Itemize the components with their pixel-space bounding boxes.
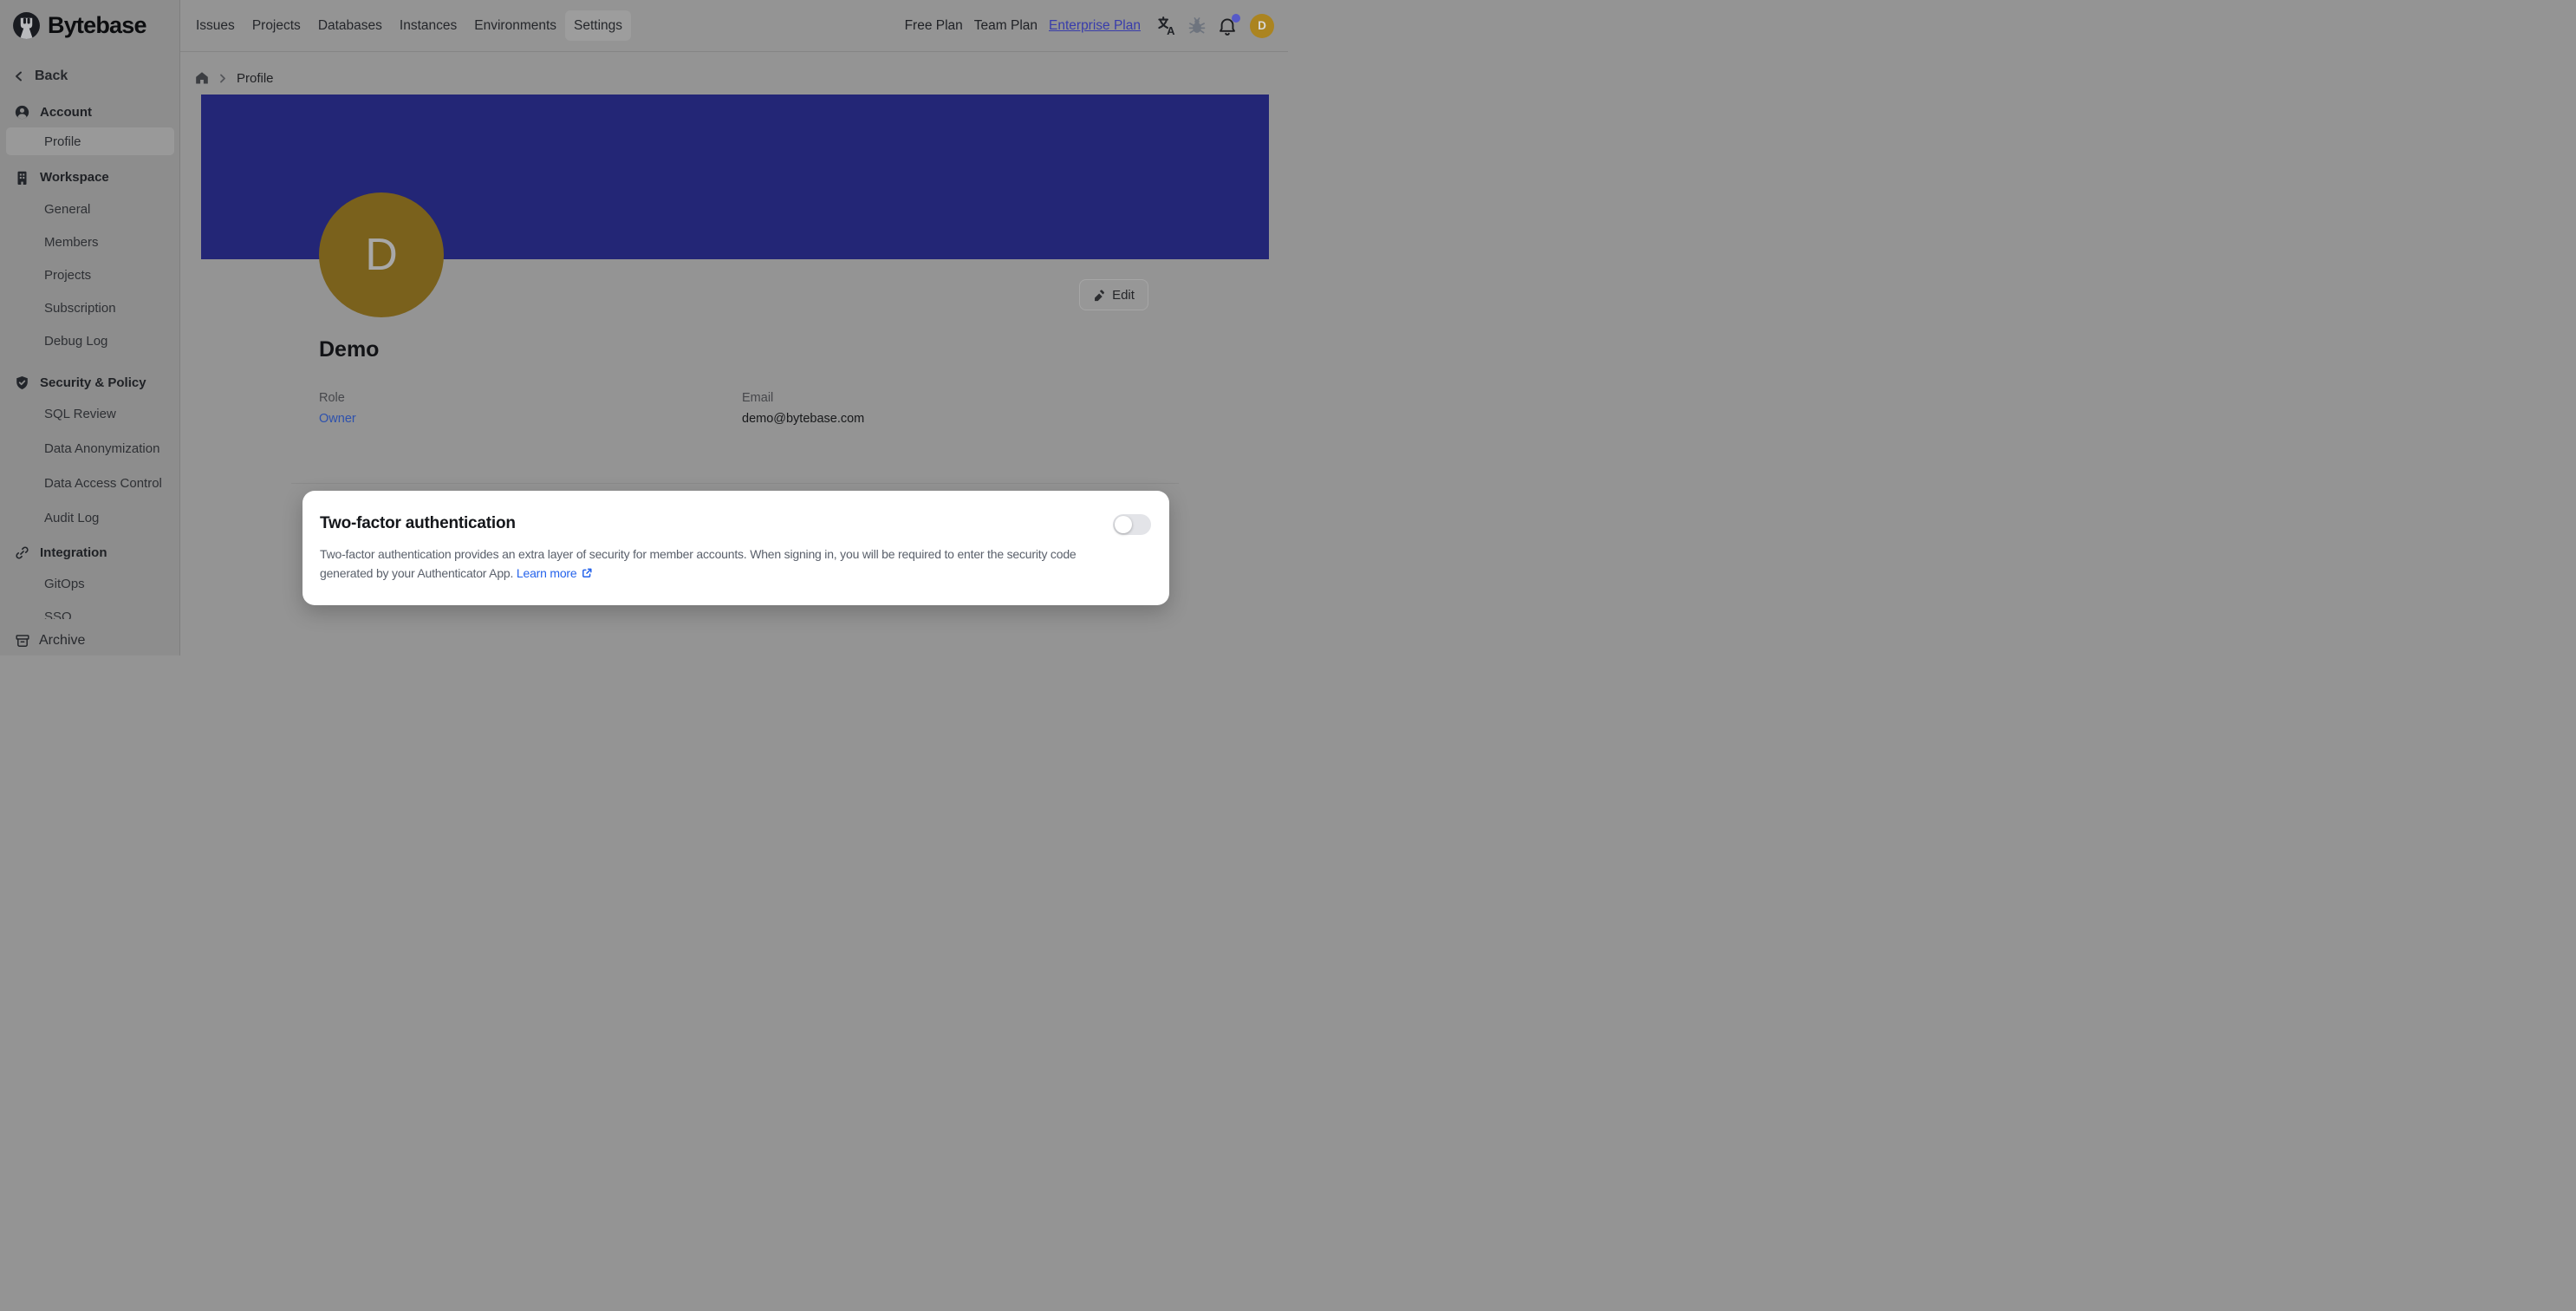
sidebar-item-archive[interactable]: Archive <box>0 626 179 656</box>
two-factor-card: Two-factor authentication Two-factor aut… <box>302 491 1169 605</box>
nav-settings[interactable]: Settings <box>565 10 631 41</box>
role-label: Role <box>319 391 345 405</box>
sidebar-item-data-anonymization[interactable]: Data Anonymization <box>0 435 179 461</box>
home-icon[interactable] <box>195 71 209 85</box>
email-label: Email <box>742 391 773 405</box>
sidebar-item-gitops[interactable]: GitOps <box>0 571 179 597</box>
sidebar-section-security-policy: Security & Policy <box>0 369 179 395</box>
user-avatar[interactable]: D <box>1250 14 1274 38</box>
profile-avatar[interactable]: D <box>319 192 444 317</box>
sidebar-item-data-access-control[interactable]: Data Access Control <box>0 470 179 496</box>
role-value-link[interactable]: Owner <box>319 412 356 426</box>
back-button[interactable]: Back <box>0 63 179 89</box>
learn-more-link[interactable]: Learn more <box>517 566 577 580</box>
section-divider <box>291 483 1179 484</box>
chevron-left-icon <box>13 70 25 82</box>
two-factor-toggle[interactable] <box>1113 514 1151 535</box>
sidebar: Bytebase Back Account Profile <box>0 0 180 656</box>
chevron-right-icon <box>218 73 228 84</box>
profile-name: Demo <box>319 337 379 362</box>
sidebar-section-workspace: Workspace <box>0 164 179 190</box>
free-plan-label[interactable]: Free Plan <box>905 18 963 34</box>
bug-icon[interactable] <box>1187 16 1207 36</box>
shield-check-icon <box>15 375 29 390</box>
user-icon <box>15 105 29 120</box>
building-icon <box>15 170 29 185</box>
nav-issues[interactable]: Issues <box>187 10 244 41</box>
nav-projects[interactable]: Projects <box>244 10 309 41</box>
sidebar-item-projects[interactable]: Projects <box>0 262 179 288</box>
top-navbar: Issues Projects Databases Instances Envi… <box>180 0 1288 52</box>
language-icon[interactable]: A <box>1155 15 1177 36</box>
svg-text:A: A <box>1167 24 1175 36</box>
two-factor-description: Two-factor authentication provides an ex… <box>320 545 1156 584</box>
sidebar-section-account: Account <box>0 99 179 125</box>
breadcrumb-page[interactable]: Profile <box>237 71 274 86</box>
sidebar-item-debug-log[interactable]: Debug Log <box>0 328 179 354</box>
sidebar-item-members[interactable]: Members <box>0 229 179 255</box>
topbar-right-cluster: Free Plan Team Plan Enterprise Plan A <box>905 14 1288 38</box>
external-link-icon <box>581 566 593 585</box>
pencil-icon <box>1093 289 1106 302</box>
top-nav-links: Issues Projects Databases Instances Envi… <box>187 10 631 41</box>
enterprise-plan-link[interactable]: Enterprise Plan <box>1049 18 1141 34</box>
two-factor-title: Two-factor authentication <box>320 514 516 533</box>
nav-databases[interactable]: Databases <box>309 10 391 41</box>
sidebar-nav: Back Account Profile <box>0 0 179 619</box>
sidebar-item-audit-log[interactable]: Audit Log <box>0 505 179 531</box>
team-plan-label[interactable]: Team Plan <box>974 18 1038 34</box>
notification-dot <box>1232 14 1240 23</box>
link-icon <box>15 545 29 560</box>
sidebar-section-integration: Integration <box>0 539 179 565</box>
toggle-knob <box>1115 516 1132 533</box>
nav-environments[interactable]: Environments <box>465 10 565 41</box>
main-content: Profile D Edit Demo Role Owner Email dem… <box>180 53 1288 656</box>
sidebar-item-profile[interactable]: Profile <box>6 127 174 155</box>
nav-instances[interactable]: Instances <box>391 10 465 41</box>
breadcrumb: Profile <box>195 65 274 91</box>
sidebar-item-sso[interactable]: SSO <box>0 603 179 619</box>
archive-icon <box>15 633 30 649</box>
sidebar-item-sql-review[interactable]: SQL Review <box>0 401 179 427</box>
sidebar-item-subscription[interactable]: Subscription <box>0 295 179 321</box>
edit-button[interactable]: Edit <box>1079 279 1148 310</box>
email-value: demo@bytebase.com <box>742 412 864 426</box>
bell-icon[interactable] <box>1217 16 1238 36</box>
sidebar-item-general[interactable]: General <box>0 196 179 222</box>
